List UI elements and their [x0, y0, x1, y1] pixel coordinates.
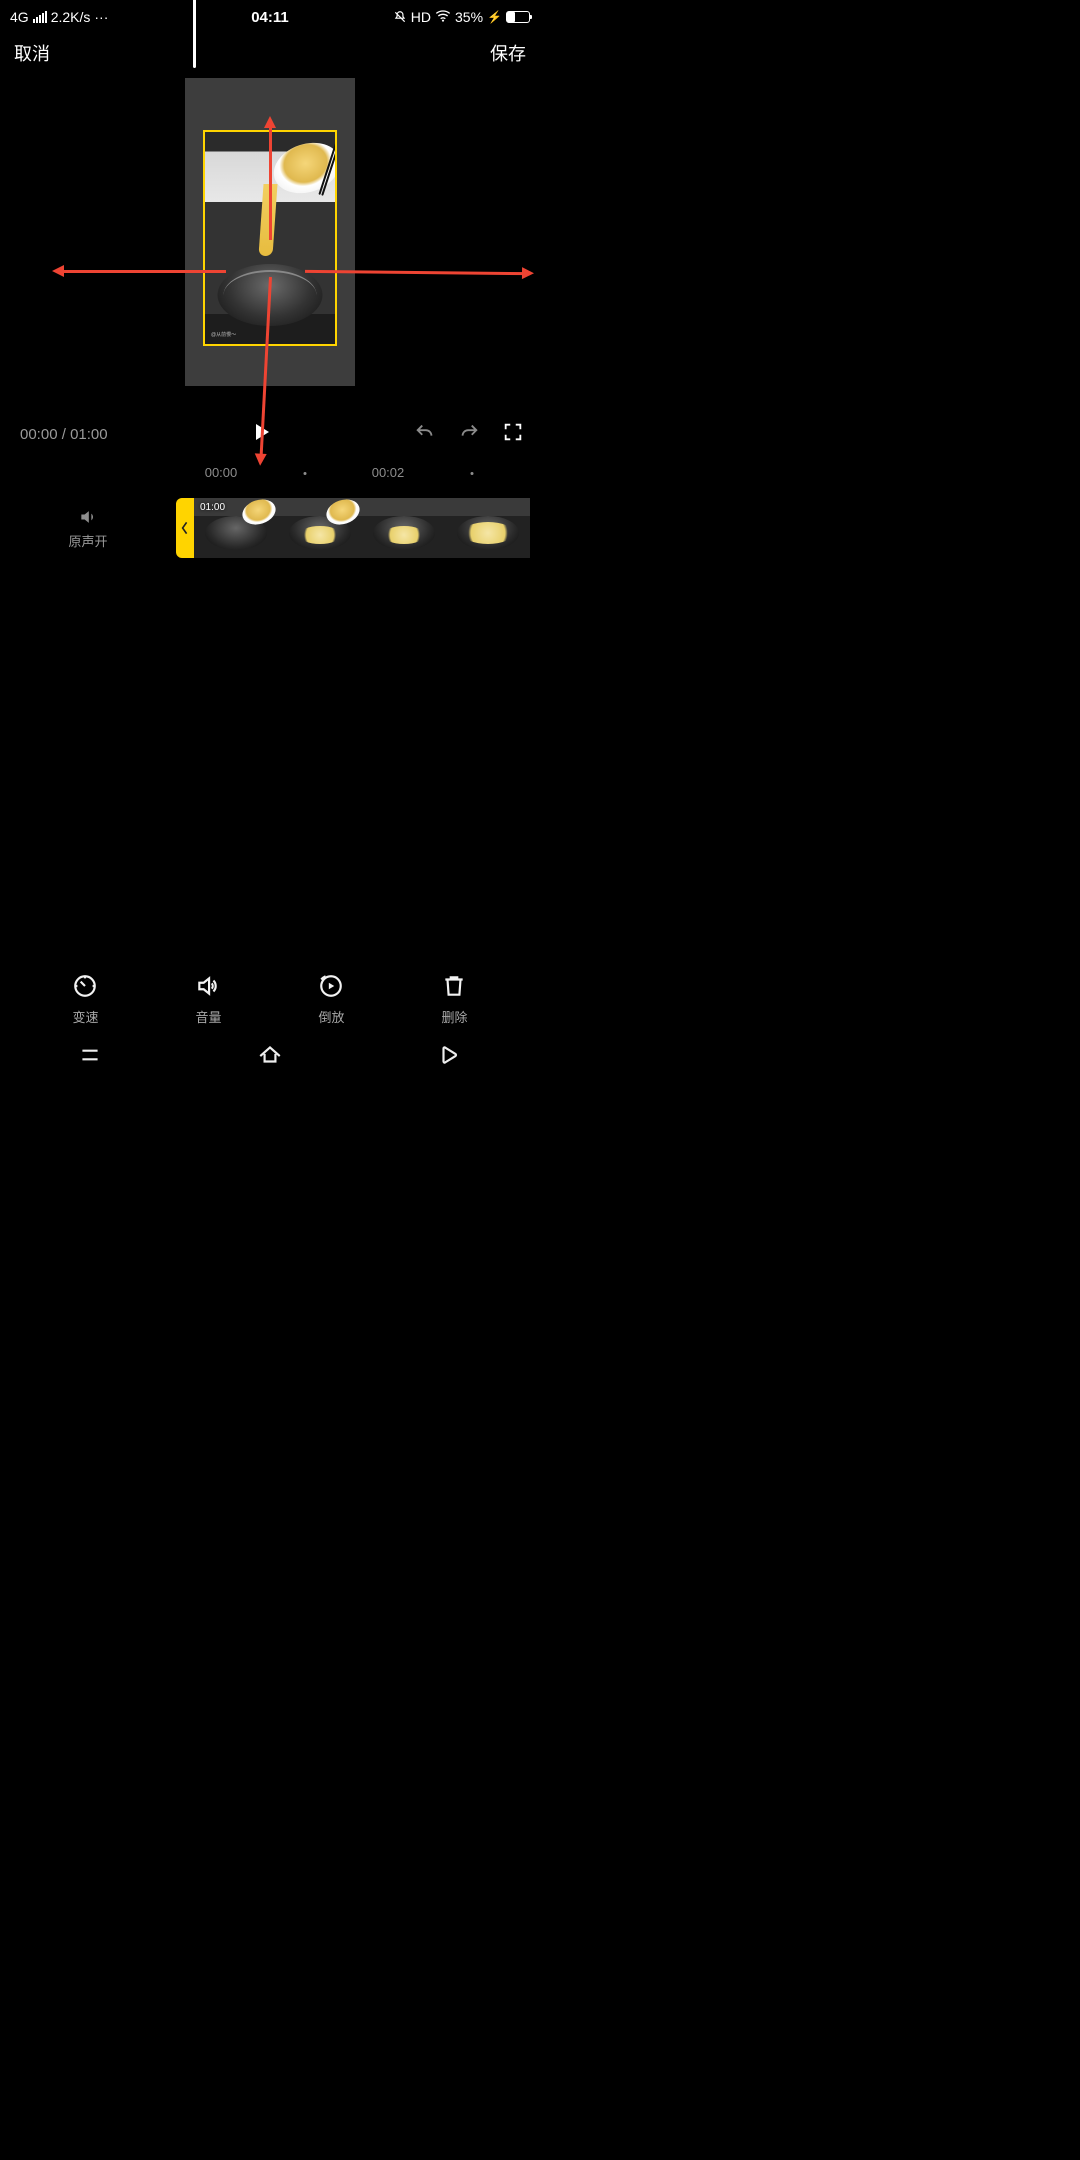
nav-home-button[interactable] [257, 1042, 283, 1073]
playhead[interactable] [193, 0, 196, 68]
annotation-arrow-up [269, 120, 272, 240]
delete-button[interactable]: 删除 [441, 973, 467, 1026]
clip-thumb[interactable] [446, 498, 530, 558]
clip-strip[interactable]: 01:00 [194, 498, 530, 558]
playback-row: 00:00 / 01:00 [0, 418, 540, 449]
timeline-ruler[interactable]: 00:00 00:02 [0, 465, 540, 491]
speed-button[interactable]: 变速 [72, 973, 98, 1026]
ruler-dot [304, 472, 307, 475]
tool-row: 变速 音量 倒放 删除 [0, 973, 540, 1026]
trim-left-handle[interactable] [176, 498, 194, 558]
save-button[interactable]: 保存 [490, 40, 526, 66]
undo-button[interactable] [414, 421, 436, 448]
volume-button[interactable]: 音量 [195, 973, 221, 1026]
clock: 04:11 [0, 9, 540, 26]
clip-thumb[interactable] [278, 498, 362, 558]
original-audio-toggle[interactable]: 原声开 [0, 507, 176, 550]
timeline[interactable]: 原声开 01:00 [0, 495, 540, 561]
system-nav-bar [0, 1034, 540, 1080]
reverse-button[interactable]: 倒放 [318, 973, 344, 1026]
annotation-arrow-left [56, 270, 226, 273]
mute-icon [393, 10, 407, 24]
ruler-dot [471, 472, 474, 475]
title-bar: 取消 保存 [0, 30, 540, 72]
nav-recent-button[interactable] [77, 1042, 103, 1073]
ruler-tick: 00:02 [372, 465, 405, 480]
fullscreen-button[interactable] [502, 421, 524, 448]
watermark: @从前慢～ [211, 331, 236, 338]
status-bar: 4G 2.2K/s ··· 04:11 HD 35% ⚡ [0, 0, 540, 30]
nav-back-button[interactable] [437, 1042, 463, 1073]
redo-button[interactable] [458, 421, 480, 448]
preview-area[interactable]: @从前慢～ [0, 72, 540, 414]
clip-thumb[interactable]: 01:00 [194, 498, 278, 558]
battery-icon [506, 11, 530, 23]
timecode: 00:00 / 01:00 [20, 426, 108, 443]
clip-thumb[interactable] [362, 498, 446, 558]
ruler-tick: 00:00 [205, 465, 238, 480]
cancel-button[interactable]: 取消 [14, 40, 50, 66]
clip-duration: 01:00 [200, 502, 225, 513]
